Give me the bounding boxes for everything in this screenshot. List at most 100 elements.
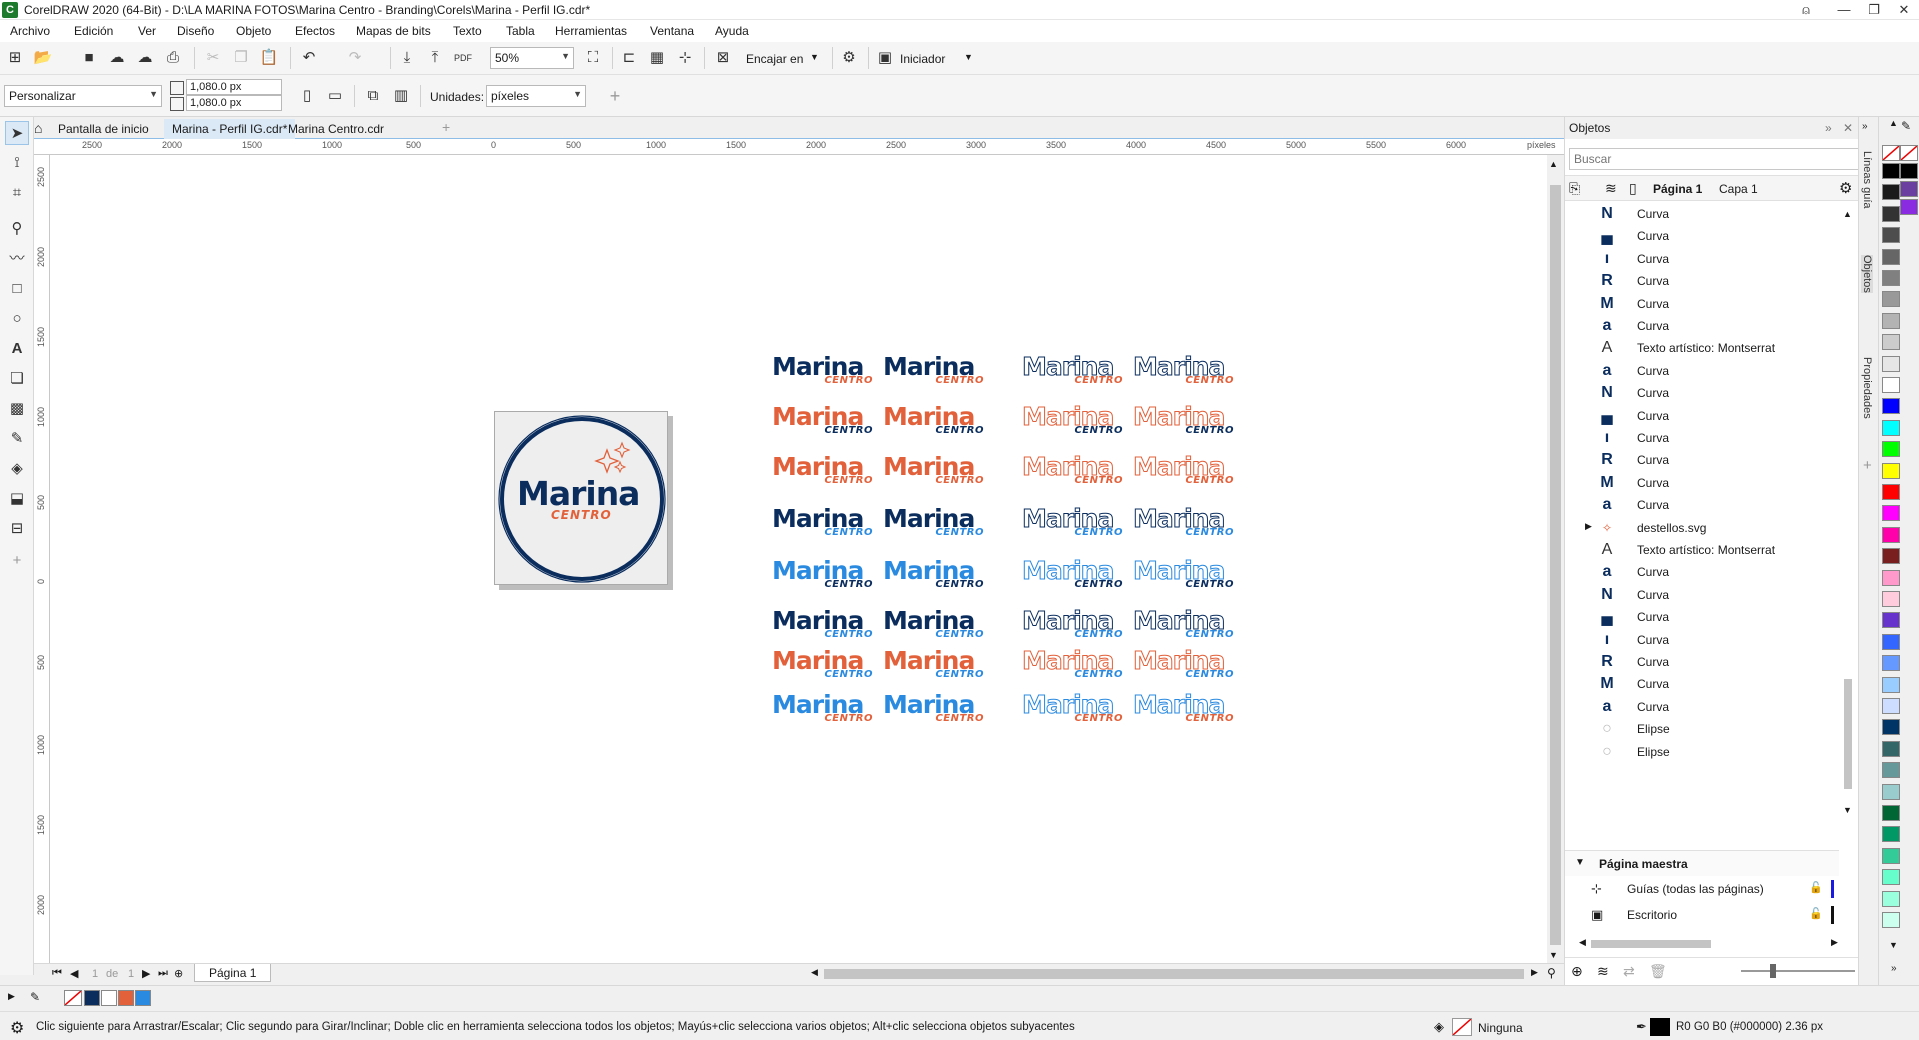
chevron-down-icon[interactable]: ▼: [1843, 805, 1852, 815]
show-grid-icon[interactable]: ▦: [646, 47, 668, 69]
units-select[interactable]: píxeles ▼: [486, 85, 586, 107]
chevron-up-icon[interactable]: ▲: [1889, 118, 1898, 128]
object-row[interactable]: ○ Elipse: [1565, 739, 1839, 765]
logo-variant[interactable]: Marina CENTRO: [1132, 646, 1238, 687]
shape-tool-icon[interactable]: ⟟: [5, 151, 29, 175]
color-swatch[interactable]: [1882, 505, 1900, 522]
color-swatch[interactable]: [1882, 398, 1900, 415]
full-screen-icon[interactable]: ⛶: [582, 47, 604, 69]
objects-hscroll-thumb[interactable]: [1591, 940, 1711, 948]
chevron-down-icon[interactable]: ▼: [1549, 950, 1558, 960]
logo-variant[interactable]: Marina CENTRO: [772, 691, 877, 731]
color-swatch[interactable]: [1882, 826, 1900, 843]
menu-objeto[interactable]: Objeto: [236, 24, 271, 38]
user-account-icon[interactable]: ⍝: [1783, 0, 1829, 20]
cloud-upload-icon[interactable]: ☁: [134, 47, 156, 69]
menu-mapas-de-bits[interactable]: Mapas de bits: [356, 24, 431, 38]
logo-variant[interactable]: Marina CENTRO: [883, 647, 988, 687]
chevron-up-icon[interactable]: ▲: [1549, 159, 1558, 169]
logo-variant[interactable]: Marina CENTRO: [772, 647, 877, 687]
color-swatch[interactable]: [1882, 612, 1900, 629]
expand-icon[interactable]: »: [1825, 121, 1832, 135]
logo-variant[interactable]: Marina CENTRO: [883, 557, 988, 597]
objects-page-label[interactable]: Página 1: [1653, 182, 1702, 196]
logo-variant[interactable]: Marina CENTRO: [1132, 504, 1238, 545]
zoom-navigator-icon[interactable]: ⚲: [1547, 966, 1556, 980]
menu-tabla[interactable]: Tabla: [506, 24, 535, 38]
color-swatch[interactable]: [1882, 698, 1900, 714]
logo-variant[interactable]: Marina CENTRO: [772, 505, 877, 545]
logo-variant[interactable]: Marina CENTRO: [772, 607, 877, 647]
fill-swatch[interactable]: [1452, 1018, 1472, 1036]
outline-pen-icon[interactable]: ✒: [1636, 1019, 1647, 1035]
color-swatch[interactable]: [1882, 783, 1900, 800]
color-swatch[interactable]: [1882, 184, 1900, 201]
eyedropper-tool-icon[interactable]: ✎: [5, 427, 29, 451]
text-tool-icon[interactable]: A: [5, 337, 29, 361]
add-page-icon[interactable]: ⊕: [174, 967, 183, 980]
color-swatch[interactable]: [1882, 462, 1900, 479]
launcher-button[interactable]: Iniciador: [900, 52, 945, 66]
menu-archivo[interactable]: Archivo: [10, 24, 50, 38]
color-swatch[interactable]: [1882, 355, 1900, 372]
logo-variant[interactable]: Marina CENTRO: [883, 607, 988, 647]
page-layer-icon[interactable]: ⎘: [1569, 180, 1580, 197]
current-page-icon[interactable]: ▥: [390, 85, 412, 107]
gear-icon[interactable]: ⚙: [10, 1018, 24, 1038]
color-swatch[interactable]: [1882, 548, 1900, 565]
rectangle-tool-icon[interactable]: □: [5, 277, 29, 301]
objects-search-input[interactable]: [1569, 148, 1859, 170]
zoom-level-select[interactable]: 50% ▼: [490, 47, 574, 69]
paste-icon[interactable]: 📋: [258, 47, 280, 69]
eyedropper-icon[interactable]: ✎: [1901, 119, 1911, 133]
delete-icon[interactable]: 🗑: [1649, 963, 1667, 980]
color-swatch[interactable]: [1882, 676, 1900, 693]
color-swatch[interactable]: [1882, 591, 1900, 607]
logo-variant[interactable]: Marina CENTRO: [883, 505, 988, 545]
eyedropper-icon[interactable]: ✎: [30, 990, 40, 1004]
cloud-download-icon[interactable]: ☁: [106, 47, 128, 69]
menu-ventana[interactable]: Ventana: [650, 24, 694, 38]
freehand-tool-icon[interactable]: 〰: [5, 247, 29, 271]
color-swatch[interactable]: [1882, 890, 1900, 907]
all-pages-icon[interactable]: ⧉: [362, 85, 384, 107]
add-tool-icon[interactable]: +: [5, 549, 29, 573]
color-swatch[interactable]: [1882, 163, 1900, 179]
color-swatch[interactable]: [1882, 441, 1900, 458]
tab-marina-perfil-ig[interactable]: Marina - Perfil IG.cdr*: [164, 119, 296, 139]
logo-variant[interactable]: Marina CENTRO: [772, 403, 877, 443]
last-page-icon[interactable]: ⏭: [158, 967, 168, 980]
color-swatch[interactable]: [1882, 719, 1900, 736]
logo-variant[interactable]: Marina CENTRO: [1132, 606, 1238, 647]
page-tab-1[interactable]: Página 1: [194, 964, 272, 982]
portrait-icon[interactable]: ▯: [296, 85, 318, 107]
slider-handle[interactable]: [1770, 964, 1776, 978]
thumbnail-size-slider[interactable]: [1741, 970, 1855, 972]
tab-guidelines[interactable]: Líneas guía: [1861, 151, 1873, 209]
no-color-swatch[interactable]: [1882, 145, 1900, 161]
drawing-canvas[interactable]: Marina CENTRO Marina CENTRO Marina CENTRO Ma…: [50, 155, 1547, 963]
save-icon[interactable]: ■: [78, 47, 100, 69]
color-swatch[interactable]: [1882, 484, 1900, 500]
coreldraw-icon[interactable]: C: [2, 2, 18, 18]
objects-vertical-scrollbar[interactable]: ▲ ▼: [1841, 209, 1855, 869]
open-folder-icon[interactable]: 📂: [32, 47, 54, 69]
logo-variant[interactable]: Marina CENTRO: [1021, 352, 1127, 393]
transparency-tool-icon[interactable]: ▩: [5, 397, 29, 421]
restore-button[interactable]: ❐: [1859, 0, 1889, 20]
tab-objects[interactable]: Objetos: [1861, 255, 1873, 293]
color-swatch[interactable]: [1882, 805, 1900, 821]
landscape-icon[interactable]: ▭: [324, 85, 346, 107]
color-swatch[interactable]: [1882, 762, 1900, 779]
menu-texto[interactable]: Texto: [453, 24, 482, 38]
objects-horizontal-scrollbar[interactable]: ◀ ▶: [1579, 937, 1841, 950]
expand-arrow-icon[interactable]: ▶: [1585, 521, 1592, 532]
color-swatch[interactable]: [1882, 912, 1900, 928]
new-layer-icon[interactable]: ⊕: [1571, 963, 1583, 980]
launcher-icon[interactable]: ▣: [874, 47, 896, 69]
first-page-icon[interactable]: ⏮: [52, 967, 62, 980]
move-layer-icon[interactable]: ⇄: [1623, 963, 1635, 980]
color-swatch[interactable]: [1882, 227, 1900, 244]
logo-variant[interactable]: Marina CENTRO: [1132, 452, 1238, 493]
logo-variant[interactable]: Marina CENTRO: [1132, 690, 1238, 731]
